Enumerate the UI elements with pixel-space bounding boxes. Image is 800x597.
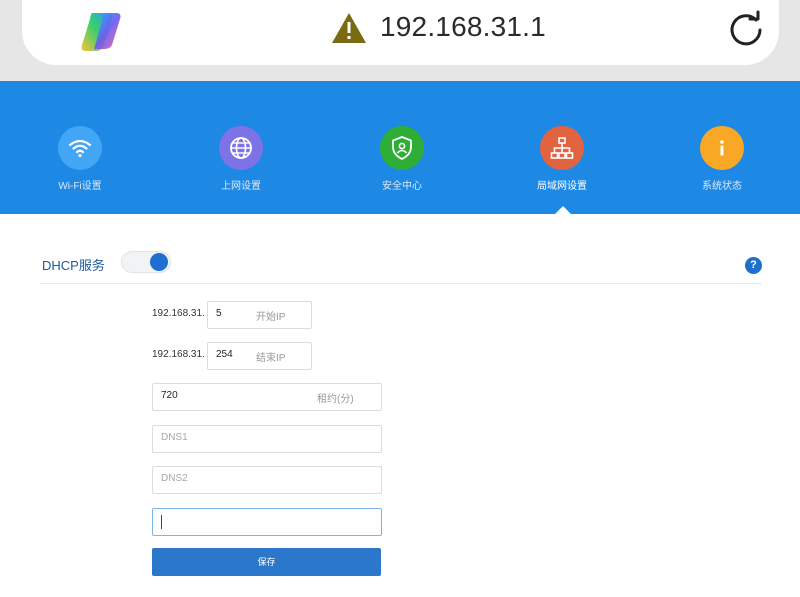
copilot-logo-icon[interactable] <box>78 9 124 53</box>
end-ip-value: 254 <box>216 349 233 360</box>
url-text[interactable]: 192.168.31.1 <box>380 11 546 43</box>
router-nav-bar: Wi-Fi设置 上网设置 安全中心 局域网设置 系统状态 <box>0 81 800 214</box>
nav-item-internet[interactable]: 上网设置 <box>191 126 291 192</box>
address-bar[interactable]: 192.168.31.1 <box>22 0 779 65</box>
dhcp-panel <box>0 214 800 597</box>
toggle-knob <box>150 253 168 271</box>
shield-icon <box>380 126 424 170</box>
nav-label: Wi-Fi设置 <box>58 181 102 192</box>
dhcp-service-label: DHCP服务 <box>42 258 105 273</box>
nav-label: 安全中心 <box>382 181 422 192</box>
start-ip-value: 5 <box>216 308 222 319</box>
dns1-field[interactable]: DNS1 <box>152 425 382 453</box>
globe-icon <box>219 126 263 170</box>
info-icon <box>700 126 744 170</box>
network-icon <box>540 126 584 170</box>
nav-label: 系统状态 <box>702 181 742 192</box>
end-ip-hint: 结束IP <box>256 353 286 364</box>
nav-item-lan[interactable]: 局域网设置 <box>512 126 612 192</box>
nav-item-status[interactable]: 系统状态 <box>672 126 772 192</box>
text-input-focused[interactable] <box>152 508 382 536</box>
start-ip-hint: 开始IP <box>256 312 286 323</box>
reload-icon[interactable] <box>726 10 766 50</box>
dhcp-toggle[interactable] <box>121 251 171 273</box>
lease-time-field[interactable]: 720 租约(分) <box>152 383 382 411</box>
nav-item-wifi[interactable]: Wi-Fi设置 <box>30 126 130 192</box>
browser-toolbar: 192.168.31.1 <box>0 0 800 81</box>
end-ip-prefix: 192.168.31. <box>152 349 205 360</box>
dns2-placeholder: DNS2 <box>161 473 188 484</box>
start-ip-prefix: 192.168.31. <box>152 308 205 319</box>
lease-time-value: 720 <box>161 390 178 401</box>
help-icon[interactable]: ? <box>745 257 762 274</box>
start-ip-field[interactable]: 5 开始IP <box>207 301 312 329</box>
save-button[interactable]: 保存 <box>152 548 381 576</box>
lease-time-hint: 租约(分) <box>317 394 354 405</box>
nav-item-security[interactable]: 安全中心 <box>352 126 452 192</box>
dns2-field[interactable]: DNS2 <box>152 466 382 494</box>
end-ip-field[interactable]: 254 结束IP <box>207 342 312 370</box>
nav-label: 上网设置 <box>221 181 261 192</box>
dns1-placeholder: DNS1 <box>161 432 188 443</box>
nav-label: 局域网设置 <box>537 181 587 192</box>
text-caret <box>161 515 162 529</box>
divider <box>40 283 762 284</box>
active-tab-pointer <box>555 206 571 214</box>
warning-triangle-icon[interactable] <box>331 12 367 44</box>
wifi-icon <box>58 126 102 170</box>
